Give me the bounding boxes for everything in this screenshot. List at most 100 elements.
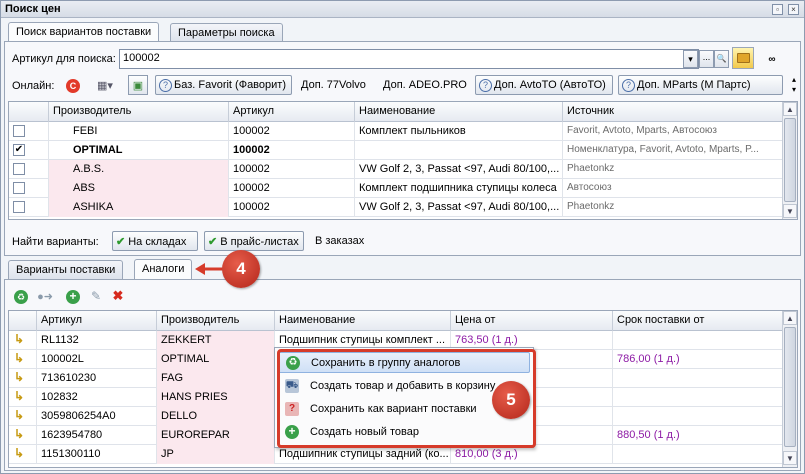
analogs-move-button[interactable]: ●➜ <box>35 286 55 306</box>
chevron-more-icon: ▴ ▾ <box>791 75 796 94</box>
cell-term <box>613 388 784 407</box>
search-dropdown-button[interactable]: ▾ <box>683 50 698 68</box>
table-row[interactable]: FEBI 100002 Комплект пыльников Favorit, Avt… <box>9 122 784 141</box>
search-input[interactable]: 100002 <box>119 49 699 69</box>
cell-maker: ASHIKA <box>49 198 229 217</box>
search-select-button[interactable]: ... <box>699 50 714 68</box>
title-bar: Поиск цен ▫ × <box>1 1 804 18</box>
cell-name: Комплект подшипника ступицы колеса <box>355 179 563 198</box>
more-buttons-chevron[interactable]: ▴ ▾ <box>784 74 804 94</box>
folder-icon <box>736 53 750 63</box>
table-row[interactable]: A.B.S. 100002 VW Golf 2, 3, Passat <97, Au… <box>9 160 784 179</box>
scroll-thumb[interactable] <box>784 118 796 202</box>
col-article[interactable]: Артикул <box>229 102 355 122</box>
col-analog-price[interactable]: Цена от <box>451 311 613 331</box>
close-button[interactable]: × <box>788 4 799 15</box>
col-analog-name[interactable]: Наименование <box>275 311 451 331</box>
cell-maker: JP <box>157 445 275 464</box>
icon-cell: ↳ <box>9 369 37 388</box>
online-button-avtoto[interactable]: ? Доп. AvtoTO (АвтоТО) <box>475 75 613 95</box>
online-button-77volvo[interactable]: Доп. 77Volvo <box>297 75 371 95</box>
online-button-favorit[interactable]: ? Баз. Favorit (Фаворит) <box>155 75 292 95</box>
binoculars-icon: ∞ <box>768 54 776 65</box>
row-checkbox[interactable] <box>13 163 25 175</box>
binoculars-button[interactable]: ∞ <box>762 48 782 68</box>
analogs-scrollbar[interactable]: ▲ ▼ <box>782 311 797 467</box>
cell-term <box>613 445 784 464</box>
results-header: Производитель Артикул Наименование Источ… <box>9 102 784 122</box>
results-scrollbar[interactable]: ▲ ▼ <box>782 102 797 219</box>
icon-cell: ↳ <box>9 331 37 350</box>
analog-arrow-icon: ↳ <box>14 332 25 346</box>
menu-create-new-product[interactable]: + Создать новый товар <box>278 422 530 443</box>
menu-item-label: Сохранить как вариант поставки <box>310 403 477 415</box>
cell-maker: OPTIMAL <box>157 350 275 369</box>
scroll-down-icon[interactable]: ▼ <box>783 451 797 465</box>
online-button-mparts[interactable]: ? Доп. MParts (М Партс) <box>618 75 783 95</box>
tab-supply-variants[interactable]: Варианты поставки <box>8 260 124 279</box>
refresh-online-button[interactable]: C <box>63 75 83 95</box>
row-checkbox[interactable] <box>13 125 25 137</box>
cell-maker: ZEKKERT <box>157 331 275 350</box>
online-button-label: Доп. AvtoTO (АвтоТО) <box>494 79 606 91</box>
tab-analogs[interactable]: Аналоги <box>134 259 193 279</box>
tab-search-variants[interactable]: Поиск вариантов поставки <box>8 22 160 42</box>
callout-badge-4: 4 <box>222 250 260 288</box>
cell-source: Номенклатура, Favorit, Avtoto, Mparts, P… <box>563 141 784 160</box>
tab-search-params[interactable]: Параметры поиска <box>170 23 283 42</box>
analogs-edit-button[interactable]: ✎ <box>86 286 106 306</box>
icon-cell: ↳ <box>9 426 37 445</box>
icon-cell: ↳ <box>9 388 37 407</box>
row-checkbox[interactable] <box>13 182 25 194</box>
col-analog-maker[interactable]: Производитель <box>157 311 275 331</box>
scroll-thumb[interactable] <box>784 327 796 447</box>
icon-cell: ↳ <box>9 407 37 426</box>
cell-maker: DELLO <box>157 407 275 426</box>
row-checkbox[interactable] <box>13 201 25 213</box>
analogs-add-button[interactable]: + <box>63 286 83 306</box>
cell-maker: OPTIMAL <box>49 141 229 160</box>
col-source[interactable]: Источник <box>563 102 784 122</box>
find-label: Найти варианты: <box>12 236 99 248</box>
folder-button[interactable] <box>732 47 754 69</box>
scroll-up-icon[interactable]: ▲ <box>783 102 797 116</box>
col-analog-term[interactable]: Срок поставки от <box>613 311 784 331</box>
scroll-down-icon[interactable]: ▼ <box>783 204 797 218</box>
check-cell <box>9 179 49 198</box>
cell-maker: A.B.S. <box>49 160 229 179</box>
cell-term: 786,00 (1 д.) <box>613 350 784 369</box>
find-in-pricelists-button[interactable]: ✔ В прайс-листах <box>204 231 304 251</box>
find-in-pricelists-label: В прайс-листах <box>220 236 299 248</box>
menu-item-label: Создать товар и добавить в корзину <box>310 380 496 392</box>
check-icon: ✔ <box>208 236 218 248</box>
online-button-label: Доп. MParts (М Партс) <box>637 79 751 91</box>
col-check <box>9 102 49 122</box>
table-row[interactable]: ASHIKA 100002 VW Golf 2, 3, Passat <97, Au… <box>9 198 784 217</box>
table-row[interactable]: ✔ OPTIMAL 100002 Номенклатура, Favorit, Avt… <box>9 141 784 160</box>
check-icon: ✔ <box>116 236 126 248</box>
cell-maker: FEBI <box>49 122 229 141</box>
cell-source: Favorit, Avtoto, Mparts, Автосоюз <box>563 122 784 141</box>
col-maker[interactable]: Производитель <box>49 102 229 122</box>
maximize-button[interactable]: ▫ <box>772 4 783 15</box>
cell-source: Phaetonkz <box>563 198 784 217</box>
analogs-delete-button[interactable]: ✖ <box>108 286 128 306</box>
search-find-button[interactable]: 🔍 <box>714 50 729 68</box>
row-checkbox[interactable]: ✔ <box>13 144 25 156</box>
find-in-stock-button[interactable]: ✔ На складах <box>112 231 198 251</box>
scroll-up-icon[interactable]: ▲ <box>783 311 797 325</box>
cell-term <box>613 331 784 350</box>
menu-save-to-analog-group[interactable]: ♻ Сохранить в группу аналогов <box>278 352 530 373</box>
analogs-refresh-button[interactable]: ♻ <box>11 286 31 306</box>
settings-menu-button[interactable]: ▦▾ <box>89 75 121 95</box>
online-label: Онлайн: <box>12 80 55 92</box>
col-analog-article[interactable]: Артикул <box>37 311 157 331</box>
analog-arrow-icon: ↳ <box>14 408 25 422</box>
find-in-orders-button[interactable]: В заказах <box>311 231 369 251</box>
table-row[interactable]: ABS 100002 Комплект подшипника ступицы кол… <box>9 179 784 198</box>
chevron-down-icon: ▾ <box>688 54 693 64</box>
col-name[interactable]: Наименование <box>355 102 563 122</box>
online-button-adeo[interactable]: Доп. ADEO.PRO <box>379 75 472 95</box>
online-check-button[interactable]: ▣ <box>128 75 148 95</box>
question-truck-icon: ? <box>285 402 299 416</box>
